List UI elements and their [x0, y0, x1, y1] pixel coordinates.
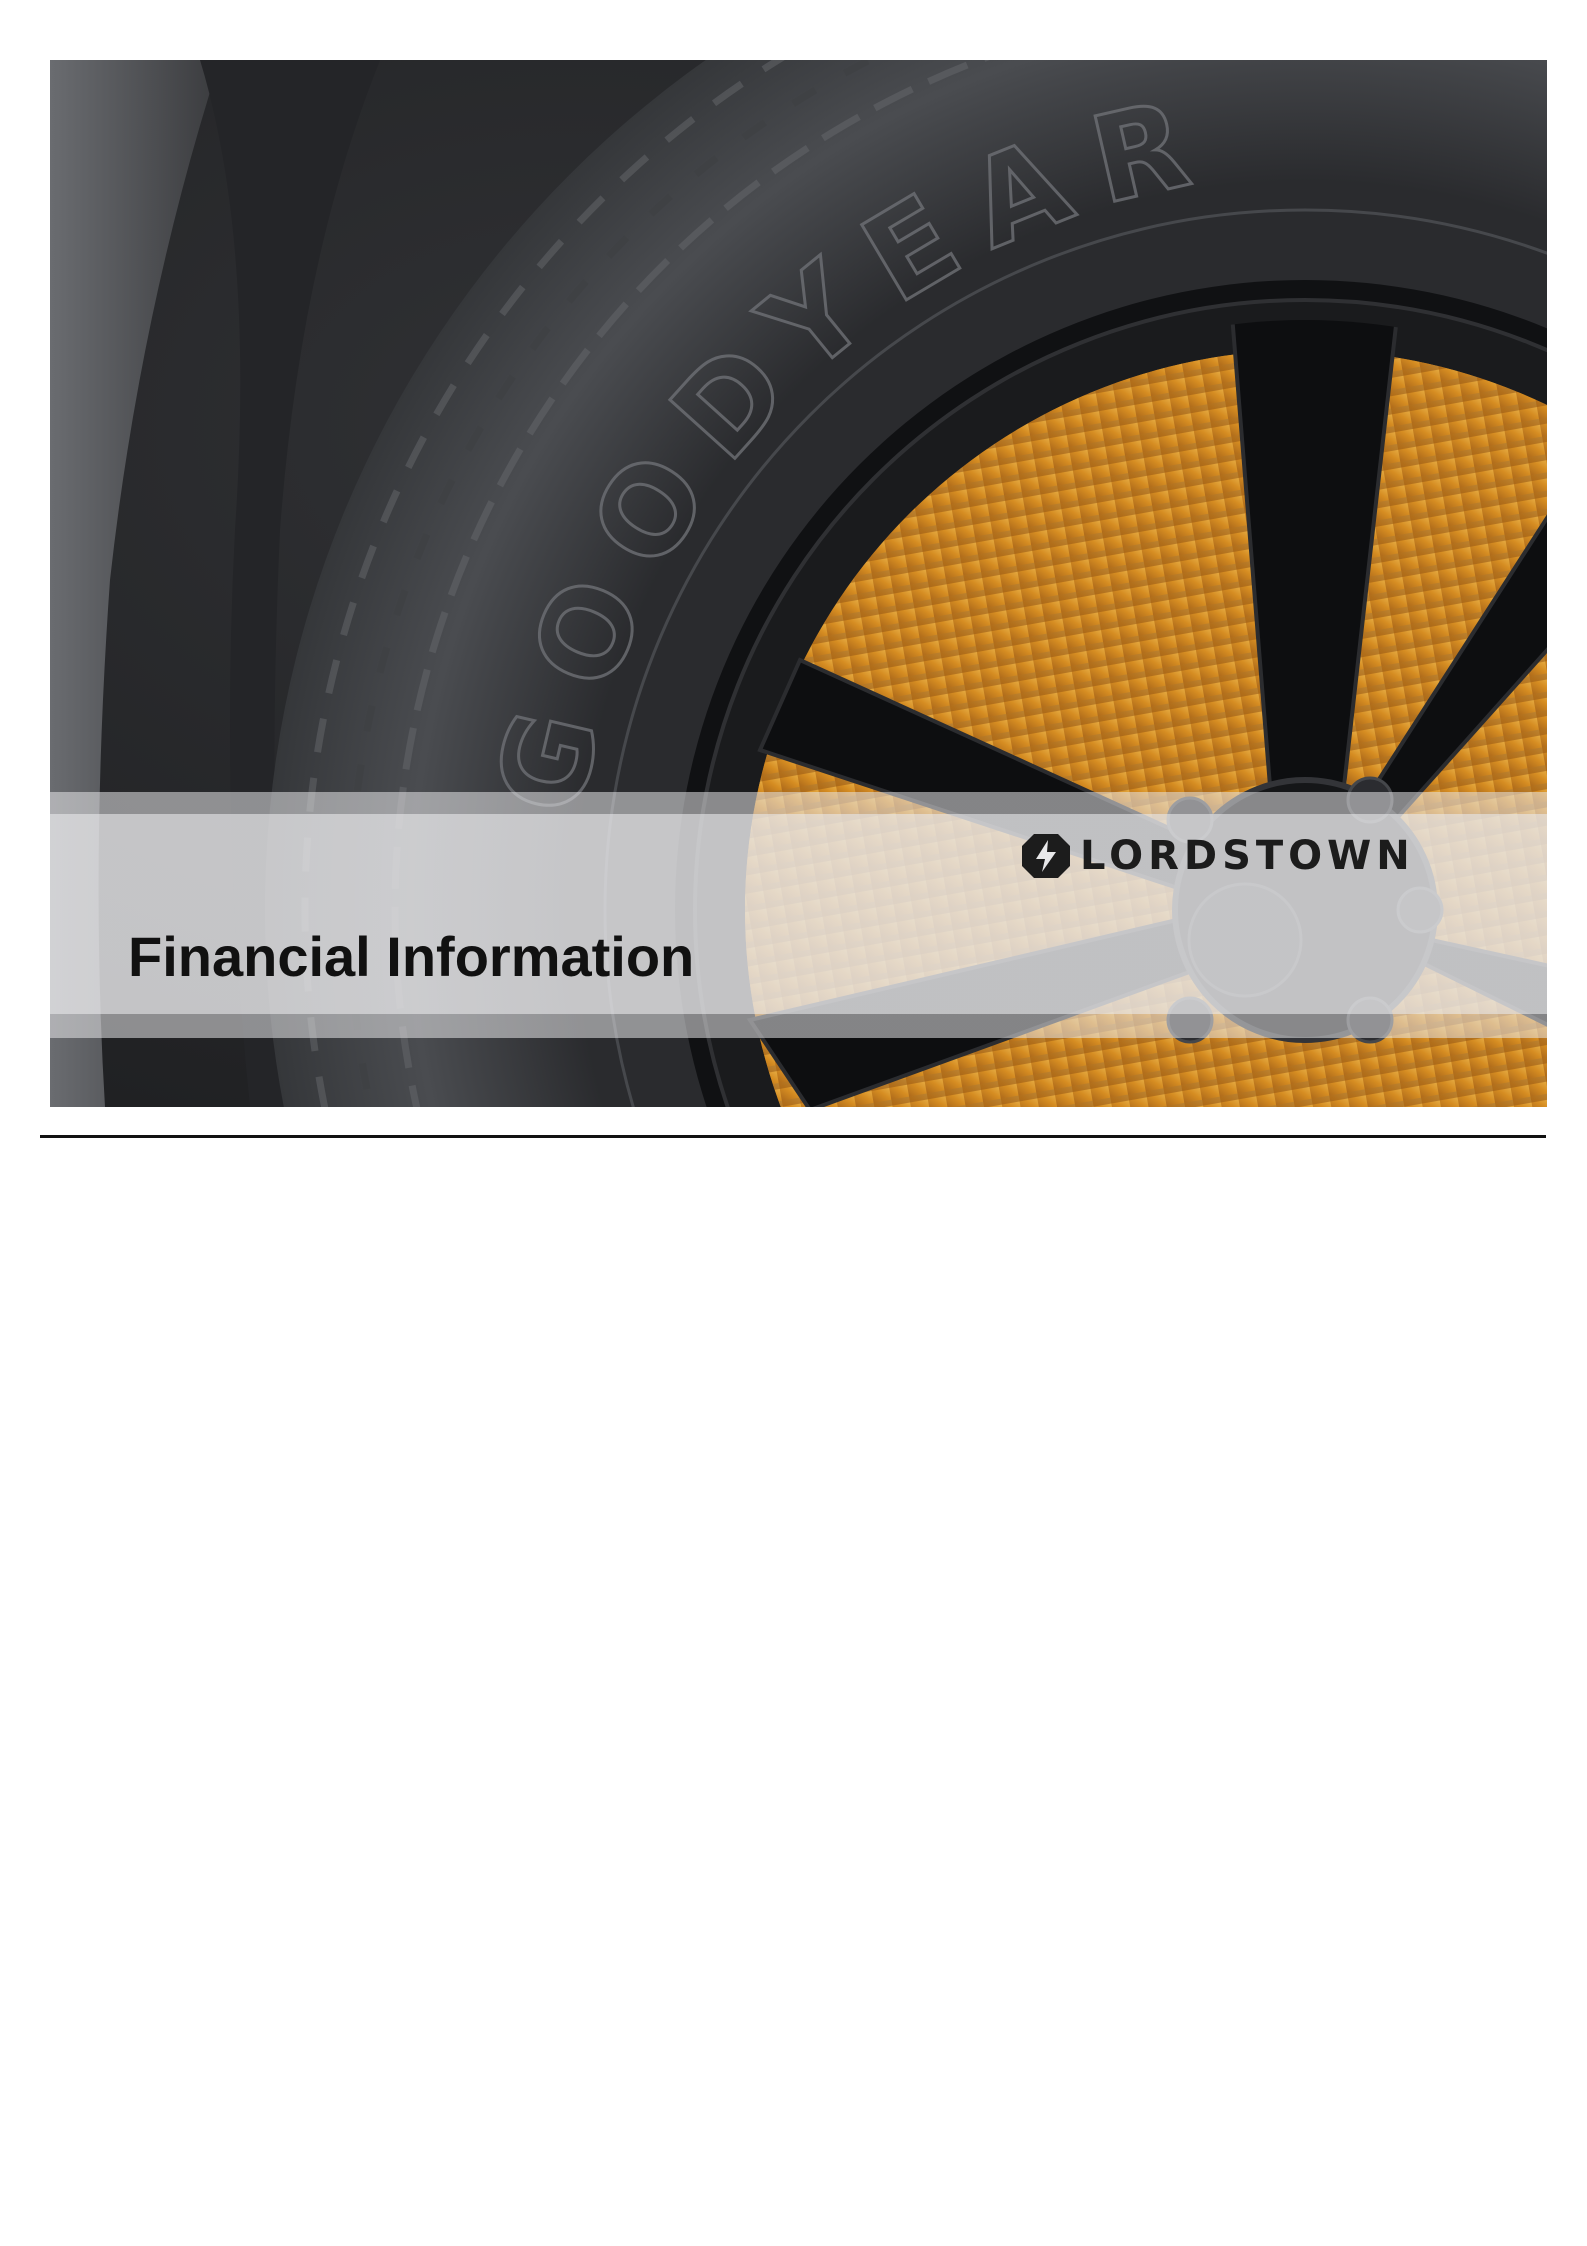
- lordstown-logo: LORDSTOWN: [1020, 832, 1415, 880]
- title-band: [50, 792, 1547, 1038]
- page-title: Financial Information: [128, 925, 695, 988]
- brand-wordmark: LORDSTOWN: [1080, 833, 1415, 879]
- lordstown-lightning-icon: [1022, 834, 1070, 878]
- cover-slide: GOODYEAR LORDSTOWN Financial Information: [50, 60, 1547, 1107]
- divider-rule: [40, 1135, 1546, 1138]
